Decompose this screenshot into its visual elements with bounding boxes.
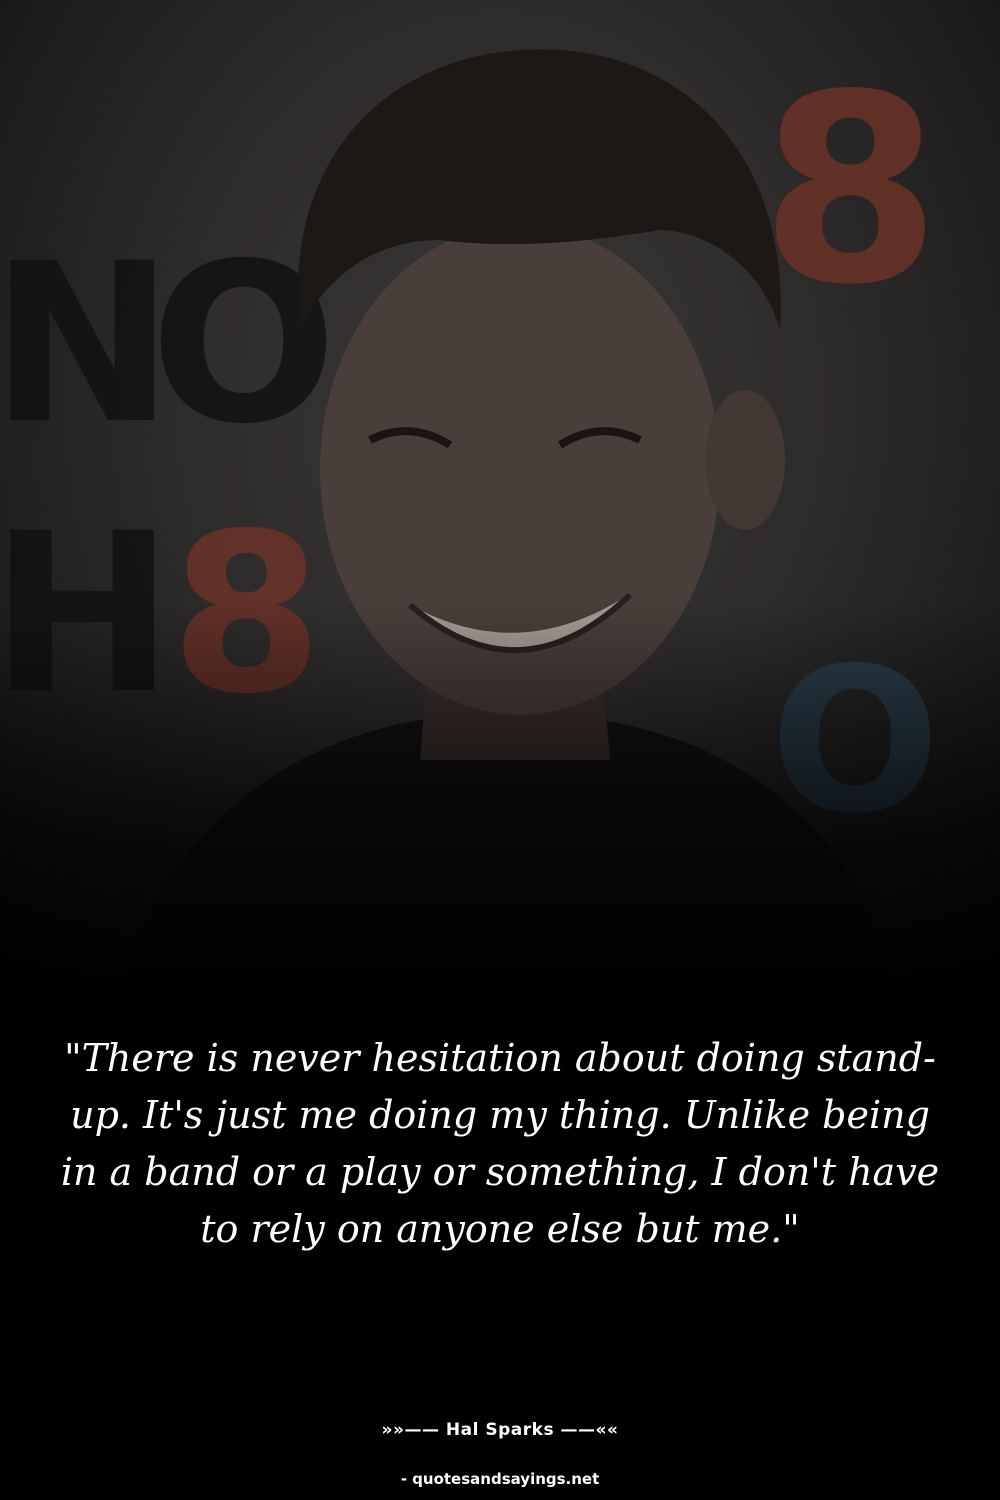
author-line: »»—— Hal Sparks ——«« xyxy=(381,1420,619,1440)
backdrop-letter-n: N xyxy=(0,216,174,472)
quote-text: "There is never hesitation about doing s… xyxy=(60,1036,940,1251)
photo-fade-overlay xyxy=(0,600,1000,1020)
ear-shape xyxy=(705,390,785,530)
backdrop-digit-8-right: 8 xyxy=(760,40,941,342)
quote-card: N O H 8 8 O "There is ne xyxy=(0,0,1000,1500)
source-credit: - quotesandsayings.net xyxy=(400,1470,600,1488)
